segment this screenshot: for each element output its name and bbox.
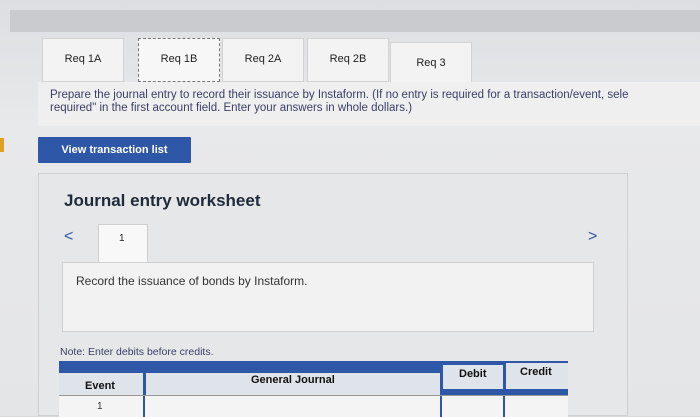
tab-req-1a[interactable]: Req 1A <box>42 38 124 82</box>
instructions-text: Prepare the journal entry to record thei… <box>50 89 700 115</box>
record-description-box <box>62 262 594 332</box>
tab-label: Req 2B <box>329 53 367 65</box>
record-description: Record the issuance of bonds by Instafor… <box>76 274 308 288</box>
column-header-credit: Credit <box>520 366 552 378</box>
next-entry-icon[interactable]: > <box>588 228 597 246</box>
credit-input[interactable] <box>505 396 568 417</box>
tab-label: Req 3 <box>416 57 446 69</box>
journal-table: Event General Journal Debit Credit 1 <box>59 361 568 417</box>
top-strip <box>10 10 700 32</box>
column-header-debit: Debit <box>459 368 487 380</box>
row-event-number: 1 <box>97 401 103 412</box>
debit-input[interactable] <box>442 396 505 417</box>
entry-page-tab-1[interactable]: 1 <box>98 224 148 262</box>
tab-req-1b[interactable]: Req 1B <box>138 38 220 82</box>
side-accent <box>0 138 4 152</box>
view-transaction-list-button[interactable]: View transaction list <box>38 137 191 163</box>
previous-entry-icon[interactable]: < <box>64 228 73 246</box>
instructions-line-2: required" in the first account field. En… <box>50 102 413 114</box>
table-row: 1 <box>59 395 568 417</box>
tab-label: Req 1B <box>160 53 198 65</box>
entry-page-number: 1 <box>119 233 125 244</box>
column-header-event: Event <box>85 380 115 392</box>
tab-req-3[interactable]: Req 3 <box>390 42 472 86</box>
tab-label: Req 2A <box>244 53 282 65</box>
tab-label: Req 1A <box>64 53 102 65</box>
instructions-line-1: Prepare the journal entry to record thei… <box>50 89 629 101</box>
tab-req-2b[interactable]: Req 2B <box>307 38 389 82</box>
worksheet-title: Journal entry worksheet <box>64 191 261 210</box>
tab-req-2a[interactable]: Req 2A <box>222 38 304 82</box>
debits-note: Note: Enter debits before credits. <box>60 346 214 358</box>
account-input[interactable] <box>145 396 442 417</box>
column-header-general-journal: General Journal <box>251 374 335 386</box>
